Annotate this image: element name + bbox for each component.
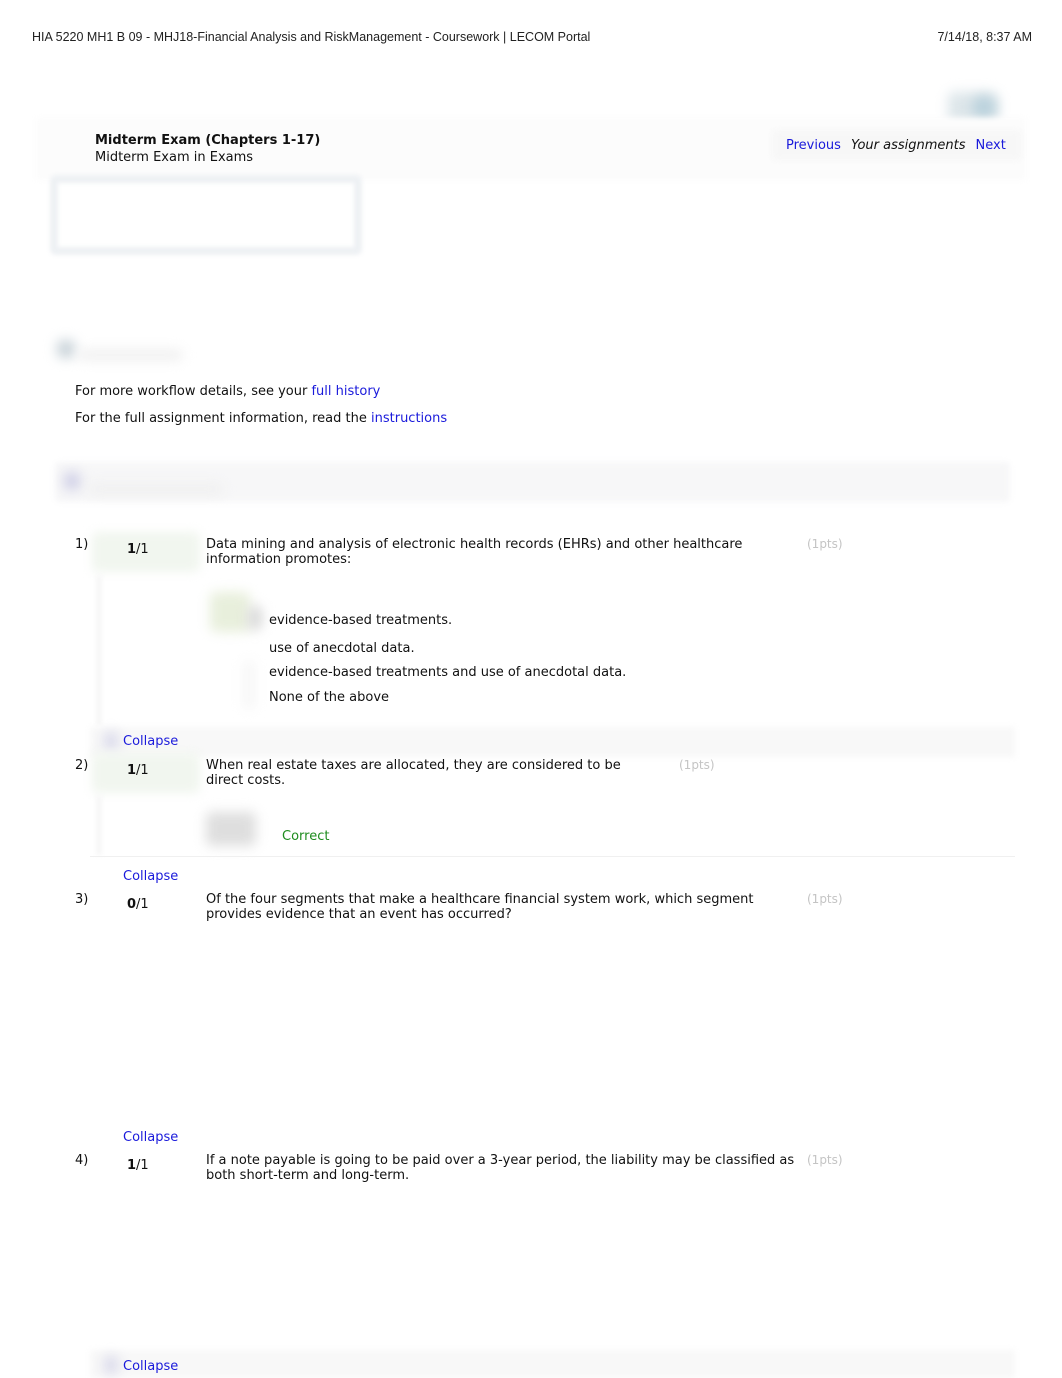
- q1-score: 1/1: [127, 542, 149, 557]
- avatar-dot: [972, 96, 996, 118]
- questions-header-band: [55, 462, 1010, 502]
- q2-collapse-link[interactable]: Collapse: [123, 869, 178, 884]
- q1-choice-3: evidence-based treatments and use of ane…: [269, 665, 627, 680]
- q4-score: 1/1: [127, 1158, 149, 1173]
- q2-divider: [90, 856, 1015, 857]
- q4-collapse-band: [90, 1350, 1015, 1378]
- q2-side-line: [96, 795, 102, 855]
- q2-text: When real estate taxes are allocated, th…: [206, 758, 621, 788]
- questions-icon: [64, 472, 80, 490]
- q3-text: Of the four segments that make a healthc…: [206, 892, 754, 922]
- score-summary-box: [50, 175, 362, 255]
- q1-collapse-icon: [104, 732, 118, 750]
- workflow-heading-placeholder: [78, 350, 183, 360]
- q1-choice-4: None of the above: [269, 690, 390, 705]
- q1-choice-2: use of anecdotal data.: [269, 641, 415, 656]
- previous-link[interactable]: Previous: [786, 138, 841, 153]
- your-assignments-link[interactable]: Your assignments: [851, 138, 966, 153]
- q2-result: Correct: [282, 829, 330, 844]
- q1-side-line: [96, 575, 102, 725]
- q2-points: (1pts): [679, 758, 715, 772]
- q4-collapse-icon: [104, 1356, 118, 1374]
- print-datetime: 7/14/18, 8:37 AM: [937, 30, 1032, 44]
- instructions-link[interactable]: instructions: [371, 411, 447, 426]
- q3-number: 3): [75, 892, 89, 907]
- q1-collapse-band: [90, 727, 1015, 757]
- q2-result-icon: [206, 812, 256, 846]
- q1-selected-marker-icon: [248, 606, 262, 630]
- assignment-subtitle: Midterm Exam in Exams: [95, 150, 254, 165]
- assignment-title: Midterm Exam (Chapters 1-17): [95, 133, 321, 148]
- q3-collapse-link[interactable]: Collapse: [123, 1130, 178, 1145]
- q4-points: (1pts): [807, 1153, 843, 1167]
- q1-points: (1pts): [807, 537, 843, 551]
- q1-choice-marker-icon: [244, 660, 254, 710]
- instructions-line: For the full assignment information, rea…: [75, 411, 448, 426]
- q1-text: Data mining and analysis of electronic h…: [206, 537, 743, 567]
- q4-text: If a note payable is going to be paid ov…: [206, 1153, 795, 1183]
- q2-number: 2): [75, 758, 89, 773]
- full-history-link[interactable]: full history: [311, 384, 380, 399]
- q4-number: 4): [75, 1153, 89, 1168]
- questions-heading-placeholder: [88, 484, 223, 494]
- next-link[interactable]: Next: [976, 138, 1006, 153]
- page-title: HIA 5220 MH1 B 09 - MHJ18-Financial Anal…: [32, 30, 591, 44]
- q1-number: 1): [75, 537, 89, 552]
- q1-correct-answer-icon: [210, 592, 250, 632]
- q1-choice-1: evidence-based treatments.: [269, 613, 453, 628]
- q3-points: (1pts): [807, 892, 843, 906]
- history-line: For more workflow details, see your full…: [75, 384, 381, 399]
- assignment-nav: Previous Your assignments Next: [786, 138, 1006, 153]
- workflow-icon: [57, 340, 75, 358]
- q4-collapse-link[interactable]: Collapse: [123, 1359, 178, 1374]
- print-header: HIA 5220 MH1 B 09 - MHJ18-Financial Anal…: [32, 30, 1032, 46]
- q2-score: 1/1: [127, 763, 149, 778]
- q1-collapse-link[interactable]: Collapse: [123, 734, 178, 749]
- q3-score: 0/1: [127, 897, 149, 912]
